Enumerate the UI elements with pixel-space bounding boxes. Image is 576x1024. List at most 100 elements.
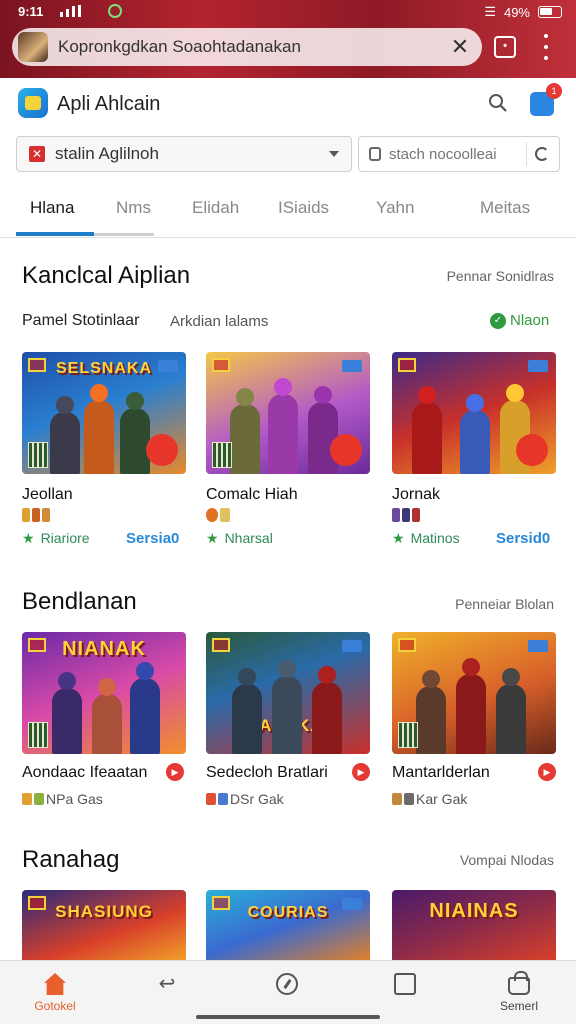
card-meta: DSr Gak — [206, 791, 284, 807]
close-icon[interactable]: ✕ — [448, 34, 472, 60]
genre-tag-label: Matinos — [410, 530, 460, 546]
badge-icon — [28, 896, 46, 910]
tab-hlana[interactable]: Hlana — [30, 198, 74, 218]
home-icon — [44, 973, 66, 995]
game-thumbnail[interactable] — [392, 632, 556, 754]
card-title[interactable]: Sedecloh Bratlari — [206, 764, 328, 782]
compass-icon — [276, 973, 298, 995]
game-thumbnail[interactable]: SHASIUNG — [22, 890, 186, 960]
flag-icon — [342, 640, 362, 652]
game-thumbnail[interactable]: SELSNAKA — [22, 352, 186, 474]
status-bar: 9:11 ☰ 49% — [0, 0, 576, 24]
wifi-icon: ☰ — [484, 4, 496, 19]
qr-icon — [28, 442, 48, 468]
play-badge-icon[interactable]: ▶ — [166, 763, 184, 781]
green-filter-link[interactable]: ✓ Nlaon — [490, 312, 549, 329]
cart-button[interactable]: 1 — [530, 83, 562, 116]
flag-icon — [342, 360, 362, 372]
card-title[interactable]: Jornak — [392, 486, 440, 504]
play-badge-icon[interactable]: ▶ — [352, 763, 370, 781]
active-tab-indicator — [16, 232, 94, 236]
tab-indicator-secondary — [94, 233, 154, 236]
flag-icon — [528, 640, 548, 652]
tab-meitas[interactable]: Meitas — [480, 198, 530, 218]
badge-icon — [398, 638, 416, 652]
badge-icon — [28, 358, 46, 372]
sale-badge — [330, 434, 362, 466]
nav-store[interactable]: Semerl — [464, 961, 574, 1024]
badge-icon — [398, 358, 416, 372]
refresh-icon[interactable] — [535, 147, 549, 161]
card-meta: Kar Gak — [392, 791, 467, 807]
clear-icon[interactable]: ✕ — [29, 146, 45, 162]
price-label[interactable]: Sersid0 — [496, 530, 550, 547]
url-text[interactable]: Kopronkgdkan Soaohtadanakan — [58, 37, 448, 57]
category-select-value: stalin Aglilnoh — [55, 144, 159, 163]
game-thumbnail[interactable]: NIANAK — [22, 632, 186, 754]
genre-tag-label: Nharsal — [224, 530, 273, 546]
search-icon[interactable] — [488, 93, 508, 113]
badge-icon — [28, 638, 46, 652]
platform-icons — [22, 508, 50, 522]
star-icon: ★ — [22, 530, 35, 546]
section-see-more-link[interactable]: Penneiar Blolan — [455, 596, 554, 612]
more-vert-icon[interactable] — [540, 34, 552, 60]
play-badge-icon[interactable]: ▶ — [538, 763, 556, 781]
flag-icon — [528, 360, 548, 372]
game-thumbnail[interactable] — [206, 352, 370, 474]
platform-icons — [392, 508, 420, 522]
section-see-more-link[interactable]: Pennar Sonidlras — [447, 268, 554, 284]
sale-badge — [146, 434, 178, 466]
category-select[interactable]: ✕ stalin Aglilnoh — [16, 136, 352, 172]
browser-chrome: 9:11 ☰ 49% Kopronkgdkan Soaohtadanakan ✕… — [0, 0, 576, 78]
divider — [526, 142, 527, 166]
section-see-more-link[interactable]: Vompai Nlodas — [460, 852, 554, 868]
tab-bar: Hlana Nms Elidah ISiaids Yahn Meitas — [0, 182, 576, 238]
card-title[interactable]: Comalc Hiah — [206, 486, 298, 504]
card-title[interactable]: Jeollan — [22, 486, 73, 504]
document-icon — [394, 973, 416, 995]
tab-nms[interactable]: Nms — [116, 198, 151, 218]
nav-home[interactable]: Gotokel — [0, 961, 110, 1024]
green-filter-label: Nlaon — [510, 312, 550, 329]
cart-badge: 1 — [546, 83, 562, 99]
game-thumbnail[interactable]: NIALAKAS — [206, 632, 370, 754]
game-thumbnail[interactable]: COURIAS — [206, 890, 370, 960]
site-avatar — [18, 32, 48, 62]
qr-icon — [398, 722, 418, 748]
card-meta-text: NPa Gas — [46, 791, 103, 807]
section-subhead-secondary: Arkdian lalams — [170, 313, 269, 330]
card-meta: NPa Gas — [22, 791, 103, 807]
card-meta-text: Kar Gak — [416, 791, 468, 807]
section-title: Ranahag — [22, 846, 120, 873]
search-input[interactable] — [389, 145, 518, 163]
tab-elidah[interactable]: Elidah — [192, 198, 239, 218]
chevron-down-icon — [329, 151, 339, 157]
card-title[interactable]: Mantarlderlan — [392, 764, 490, 782]
tab-switcher-icon[interactable]: • — [494, 36, 516, 58]
genre-tag-label: Riariore — [40, 530, 90, 546]
game-thumbnail[interactable] — [392, 352, 556, 474]
app-logo — [18, 88, 48, 118]
game-thumbnail[interactable]: NIAINAS — [392, 890, 556, 960]
platform-icons — [206, 508, 230, 522]
url-bar[interactable]: Kopronkgdkan Soaohtadanakan ✕ — [12, 28, 482, 66]
tab-isiaids[interactable]: ISiaids — [278, 198, 329, 218]
section-title: Bendlanan — [22, 588, 137, 615]
card-title[interactable]: Aondaac Ifeaatan — [22, 764, 147, 782]
gesture-bar — [196, 1015, 380, 1019]
app-header: Apli Ahlcain 1 — [0, 78, 576, 134]
price-label[interactable]: Sersia0 — [126, 530, 179, 547]
genre-tag: ★ Matinos — [392, 530, 460, 547]
search-field[interactable] — [358, 136, 560, 172]
flag-icon — [342, 898, 362, 910]
battery-icon — [538, 6, 562, 18]
whatsapp-icon — [108, 4, 122, 18]
lock-icon — [369, 147, 381, 161]
tab-yahn[interactable]: Yahn — [376, 198, 414, 218]
battery-percent: 49% — [503, 4, 530, 20]
badge-icon — [212, 638, 230, 652]
shopping-bag-icon — [508, 971, 530, 995]
badge-icon — [212, 358, 230, 372]
star-icon: ★ — [392, 530, 405, 546]
